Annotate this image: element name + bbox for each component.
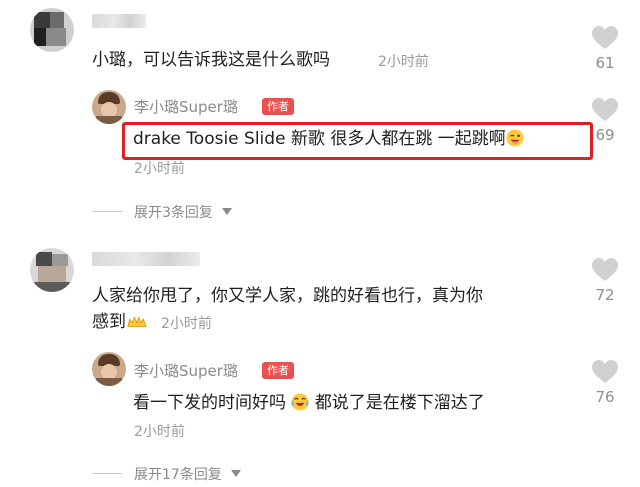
- heart-icon: [592, 258, 618, 281]
- reply-text-content: drake Toosie Slide 新歌 很多人都在跳 一起跳啊: [133, 129, 506, 149]
- reply-text: 看一下发的时间好吗 都说了是在楼下溜达了: [133, 390, 485, 416]
- comment-time: 2小时前: [161, 316, 212, 332]
- like-count: 61: [595, 54, 615, 72]
- reply-text: drake Toosie Slide 新歌 很多人都在跳 一起跳啊: [133, 126, 524, 152]
- like-button[interactable]: 69: [585, 98, 625, 146]
- like-count: 76: [595, 388, 615, 406]
- like-button[interactable]: 72: [585, 258, 625, 306]
- author-avatar[interactable]: [92, 90, 126, 124]
- divider-dash: [92, 473, 122, 474]
- laugh-cry-emoji: [291, 393, 309, 411]
- author-badge: 作者: [262, 98, 294, 115]
- avatar[interactable]: [30, 8, 74, 52]
- chevron-down-icon: [230, 470, 241, 477]
- comment-text-line2-content: 感到: [92, 312, 126, 332]
- author-username[interactable]: 李小璐Super璐: [134, 96, 238, 117]
- author-badge: 作者: [262, 362, 294, 379]
- expand-replies-button[interactable]: 展开3条回复: [134, 202, 233, 222]
- author-username[interactable]: 李小璐Super璐: [134, 360, 238, 381]
- author-avatar[interactable]: [92, 352, 126, 386]
- comment-time: 2小时前: [378, 54, 429, 70]
- comment-text-line1: 人家给你甩了，你又学人家，跳的好看也行，真为你: [92, 286, 483, 306]
- chevron-down-icon: [222, 208, 233, 215]
- heart-icon: [592, 98, 618, 121]
- wink-emoji: [506, 129, 524, 147]
- expand-replies-label: 展开17条回复: [134, 467, 222, 483]
- divider-dash: [92, 211, 122, 212]
- reply-text-part1: 看一下发的时间好吗: [133, 393, 286, 413]
- heart-icon: [592, 360, 618, 383]
- expand-replies-label: 展开3条回复: [134, 205, 213, 221]
- like-button[interactable]: 61: [585, 26, 625, 74]
- comment-text: 小璐，可以告诉我这是什么歌吗: [92, 50, 330, 70]
- reply-time: 2小时前: [134, 424, 185, 440]
- like-count: 69: [595, 126, 615, 144]
- comment-text-line2: 感到: [92, 309, 148, 335]
- heart-icon: [592, 26, 618, 49]
- like-button[interactable]: 76: [585, 360, 625, 408]
- username-blurred[interactable]: [92, 14, 146, 28]
- reply-time: 2小时前: [134, 161, 185, 177]
- username-blurred[interactable]: [92, 252, 200, 266]
- expand-replies-button[interactable]: 展开17条回复: [134, 464, 241, 484]
- reply-text-part2: 都说了是在楼下溜达了: [314, 393, 485, 413]
- avatar[interactable]: [30, 248, 74, 292]
- clap-emoji: [127, 315, 147, 327]
- like-count: 72: [595, 286, 615, 304]
